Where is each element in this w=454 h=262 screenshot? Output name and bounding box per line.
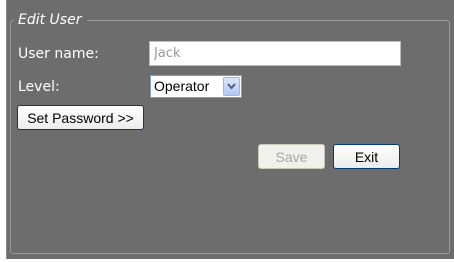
fieldset-legend: Edit User <box>14 11 88 29</box>
username-input[interactable] <box>149 41 401 66</box>
left-border <box>0 0 7 262</box>
level-selected-value: Operator <box>154 78 210 94</box>
username-label: User name: <box>18 46 99 62</box>
chevron-down-icon <box>227 83 236 90</box>
level-label: Level: <box>18 79 60 95</box>
set-password-button[interactable]: Set Password >> <box>17 105 144 130</box>
edit-user-panel: Edit User User name: Level: Operator Set… <box>0 0 454 262</box>
save-button[interactable]: Save <box>258 144 325 169</box>
exit-button[interactable]: Exit <box>333 144 400 169</box>
level-select[interactable]: Operator <box>150 75 242 98</box>
dropdown-arrow-button[interactable] <box>223 77 240 96</box>
